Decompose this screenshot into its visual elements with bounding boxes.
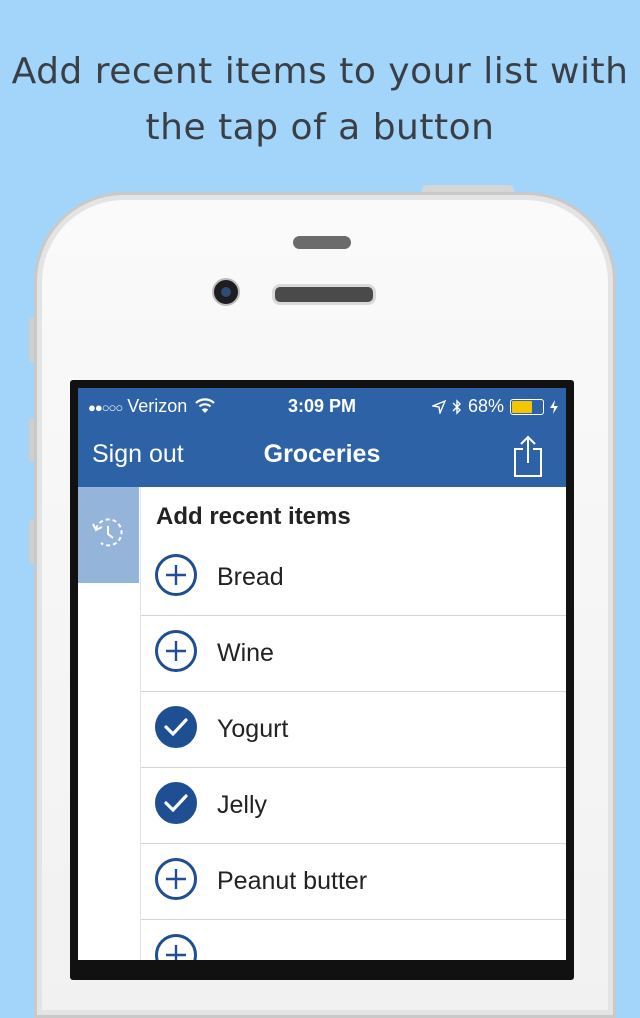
recent-items-tab[interactable] [78,487,139,583]
navigation-bar: Sign out Groceries [78,424,566,487]
headline: Add recent items to your list with the t… [0,44,640,156]
status-bar: ●●○○○ Verizon 3:09 PM 68% [78,388,566,424]
recent-items-list: Add recent items Bread Wine Yogurt Jelly Pea… [140,487,566,960]
add-plus-icon [166,565,186,585]
checkmark-icon [164,718,188,737]
add-item-button[interactable] [155,934,197,960]
add-item-button[interactable] [155,858,197,900]
checkmark-icon [164,794,188,813]
list-item[interactable]: Yogurt [141,691,566,768]
list-item[interactable]: Jelly [141,767,566,844]
battery-fill [512,400,532,413]
added-toggle-button[interactable] [155,782,197,824]
item-label: Bread [217,563,284,591]
item-label: Wine [217,639,274,667]
headline-line-1: Add recent items to your list with [11,51,629,92]
charging-bolt-icon [550,399,558,414]
add-item-button[interactable] [155,630,197,672]
location-arrow-icon [431,399,446,414]
page-title: Groceries [263,440,381,468]
app-screen: ●●○○○ Verizon 3:09 PM 68% Sign out Groce… [78,388,566,960]
add-plus-icon [166,945,186,960]
status-right: 68% [431,396,558,417]
front-camera [212,278,240,306]
added-toggle-button[interactable] [155,706,197,748]
item-label: Yogurt [217,715,289,743]
list-item[interactable]: Peanut butter [141,843,566,920]
add-item-button[interactable] [155,554,197,596]
list-item[interactable]: Bread [141,539,566,616]
bluetooth-icon [452,398,461,415]
item-label: Jelly [217,791,268,819]
history-icon [92,518,123,547]
earpiece-speaker [272,284,376,305]
list-item[interactable]: Wine [141,615,566,692]
share-icon[interactable] [510,434,546,478]
list-header: Add recent items [156,503,351,530]
add-plus-icon [166,869,186,889]
battery-percent: 68% [467,396,504,416]
headline-line-2: the tap of a button [145,107,495,148]
list-item[interactable] [141,919,566,960]
battery-icon [510,398,544,415]
item-label: Peanut butter [217,867,368,895]
proximity-sensor [293,236,351,249]
add-plus-icon [166,641,186,661]
